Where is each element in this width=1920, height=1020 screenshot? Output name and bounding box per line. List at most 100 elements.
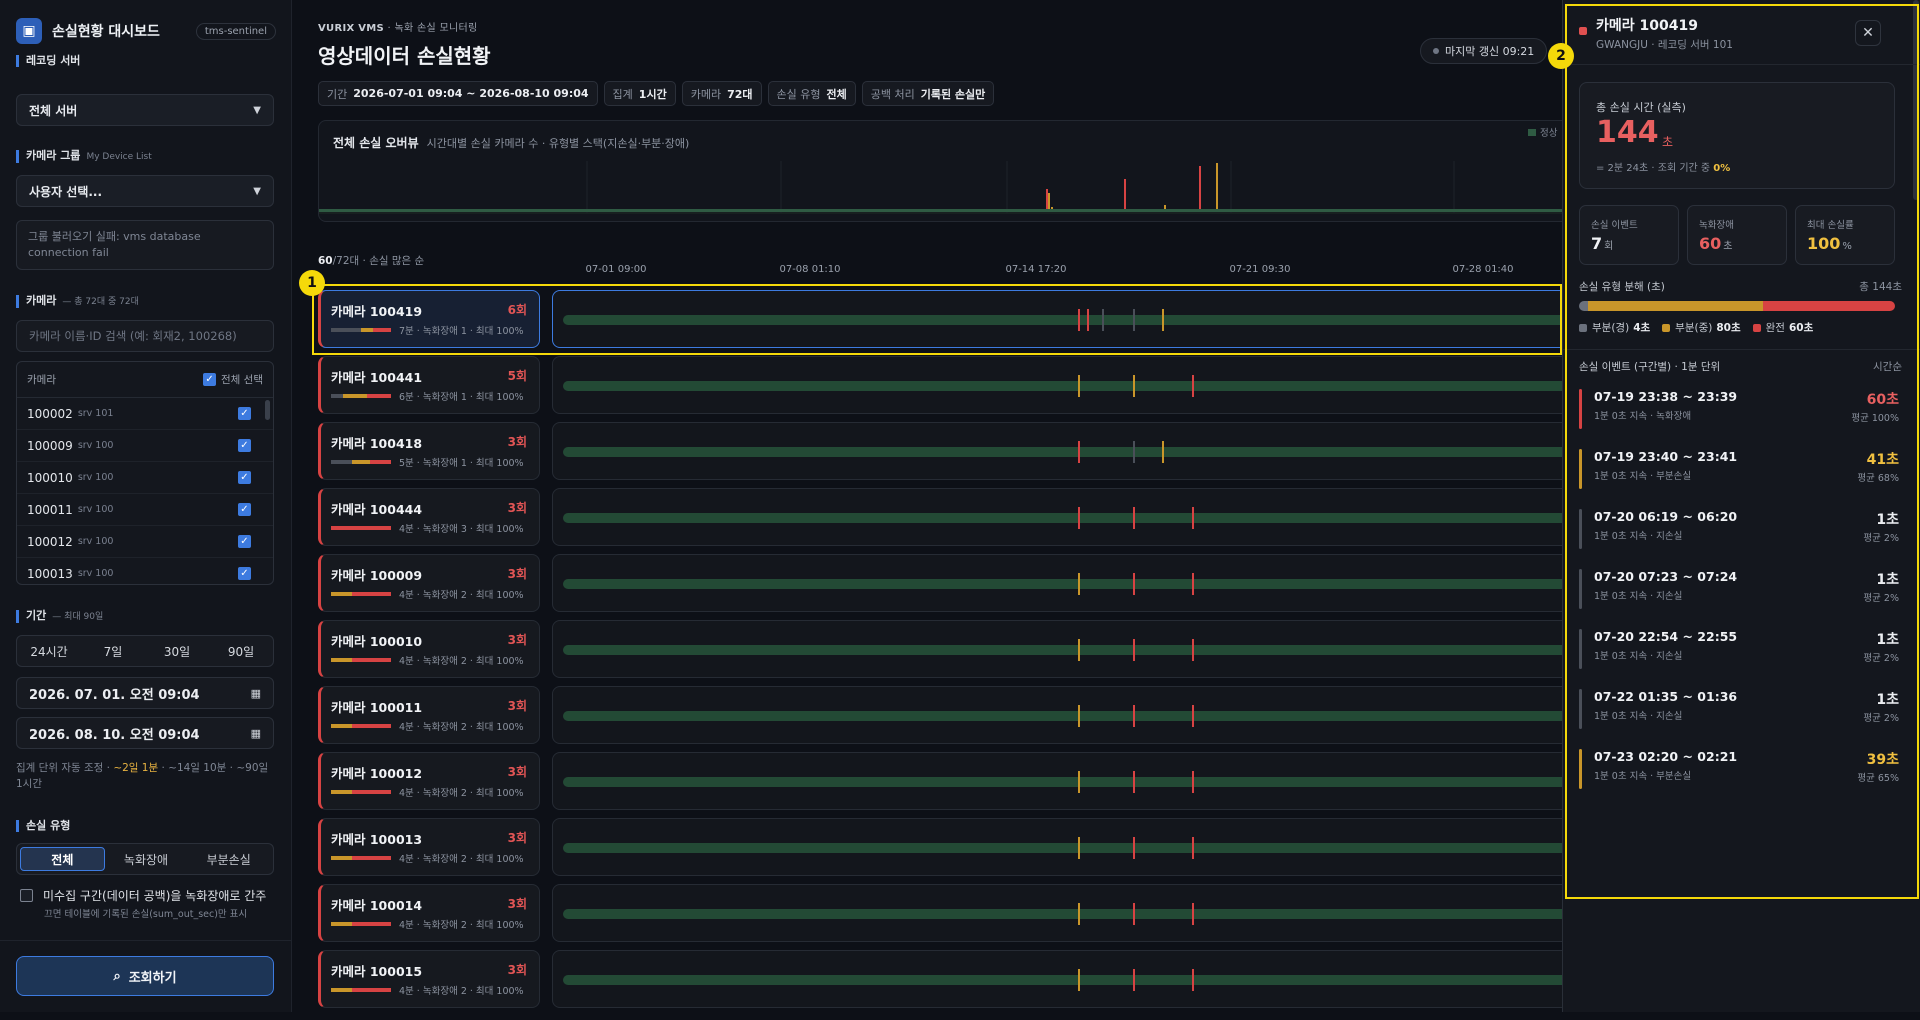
mini-loss-segment xyxy=(370,460,391,464)
recording-server-select[interactable]: 전체 서버 ▼ xyxy=(16,94,274,126)
camera-timeline[interactable] xyxy=(552,818,1562,876)
last-refresh-badge: 마지막 갱신 09:21 xyxy=(1420,38,1548,64)
camera-group-label: 카메라 그룹 My Device List xyxy=(16,150,152,163)
camera-timeline[interactable] xyxy=(552,554,1562,612)
calendar-icon[interactable]: ▦ xyxy=(251,727,261,740)
checkbox-checked-icon[interactable]: ✓ xyxy=(238,535,251,548)
timeline-marks xyxy=(1078,375,1194,397)
calendar-icon[interactable]: ▦ xyxy=(251,687,261,700)
camera-row-card[interactable]: 카메라 100441 5회 6분 · 녹화장애 1 · 최대 100% xyxy=(318,356,540,414)
camera-list-item[interactable]: 100002 srv 101 ✓ xyxy=(17,398,273,430)
loss-event-mark xyxy=(1192,573,1194,595)
camera-timeline[interactable] xyxy=(552,752,1562,810)
query-button[interactable]: ⌕ 조회하기 xyxy=(16,956,274,996)
timeline-marks xyxy=(1078,705,1194,727)
checkbox-checked-icon[interactable]: ✓ xyxy=(238,439,251,452)
period-option[interactable]: 90일 xyxy=(209,636,273,666)
breadcrumb: VURIX VMS · 녹화 손실 모니터링 xyxy=(318,19,477,34)
camera-row-card[interactable]: 카메라 100010 3회 4분 · 녹화장애 2 · 최대 100% xyxy=(318,620,540,678)
camera-timeline[interactable] xyxy=(552,488,1562,546)
camera-list-item[interactable]: 100011 srv 100 ✓ xyxy=(17,494,273,526)
period-option[interactable]: 7일 xyxy=(81,636,145,666)
checkbox-checked-icon[interactable]: ✓ xyxy=(238,407,251,420)
camera-timeline[interactable] xyxy=(552,620,1562,678)
camera-server: srv 100 xyxy=(77,568,114,579)
camera-row-card[interactable]: 카메라 100418 3회 5분 · 녹화장애 1 · 최대 100% xyxy=(318,422,540,480)
camera-list-item[interactable]: 100009 srv 100 ✓ xyxy=(17,430,273,462)
mini-loss-segment xyxy=(367,394,391,398)
overview-spike xyxy=(1051,207,1053,209)
timeline-marks xyxy=(1078,969,1194,991)
timeline-marks xyxy=(1078,639,1194,661)
checkbox-checked-icon[interactable]: ✓ xyxy=(203,373,217,386)
loss-event-mark xyxy=(1078,771,1080,793)
filter-chips: 기간 2026-07-01 09:04 ~ 2026-08-10 09:04 집계… xyxy=(318,81,995,106)
scrollbar[interactable] xyxy=(265,400,270,420)
camera-timeline[interactable] xyxy=(552,884,1562,942)
agg-note-highlight: ~2일 1분 xyxy=(113,762,159,774)
camera-row-card[interactable]: 카메라 100012 3회 4분 · 녹화장애 2 · 최대 100% xyxy=(318,752,540,810)
loss-event-mark xyxy=(1133,837,1135,859)
camera-row-card[interactable]: 카메라 100013 3회 4분 · 녹화장애 2 · 최대 100% xyxy=(318,818,540,876)
select-all-toggle[interactable]: ✓ 전체 선택 xyxy=(203,372,263,387)
period-preset-group: 24시간 7일 30일 90일 xyxy=(16,635,274,667)
camera-row-card[interactable]: 카메라 100015 3회 4분 · 녹화장애 2 · 최대 100% xyxy=(318,950,540,1008)
overview-spike xyxy=(1048,193,1050,209)
camera-list-item[interactable]: 100013 srv 100 ✓ xyxy=(17,558,273,584)
camera-server: srv 100 xyxy=(77,440,114,451)
date-from-input[interactable]: 2026. 07. 01. 오전 09:04 ▦ xyxy=(16,677,274,709)
checkbox-checked-icon[interactable]: ✓ xyxy=(238,503,251,516)
loss-type-option-partial[interactable]: 부분손실 xyxy=(187,847,270,871)
agg-note-prefix: 집계 단위 자동 조정 · xyxy=(16,762,114,774)
mini-loss-segment xyxy=(331,790,352,794)
overview-subtitle: 시간대별 손실 카메라 수 · 유형별 스택(지손실·부분·장애) xyxy=(426,137,690,150)
camera-row-card[interactable]: 카메라 100011 3회 4분 · 녹화장애 2 · 최대 100% xyxy=(318,686,540,744)
camera-row-card[interactable]: 카메라 100444 3회 4분 · 녹화장애 3 · 최대 100% xyxy=(318,488,540,546)
date-to-value: 2026. 08. 10. 오전 09:04 xyxy=(29,727,200,743)
mini-loss-segment xyxy=(352,856,391,860)
checkbox-checked-icon[interactable]: ✓ xyxy=(238,471,251,484)
camera-timeline[interactable] xyxy=(552,356,1562,414)
loss-event-mark xyxy=(1133,969,1135,991)
chevron-down-icon: ▼ xyxy=(253,185,261,197)
camera-search-input[interactable]: 카메라 이름·ID 검색 (예: 회재2, 100268) xyxy=(16,320,274,352)
camera-timeline[interactable] xyxy=(552,422,1562,480)
mini-loss-bar xyxy=(331,724,391,728)
breadcrumb-rest: · 녹화 손실 모니터링 xyxy=(384,23,478,34)
camera-timeline[interactable] xyxy=(552,686,1562,744)
gap-as-failure-option[interactable]: 미수집 구간(데이터 공백)을 녹화장애로 간주 xyxy=(20,887,266,904)
legend-swatch xyxy=(1528,128,1536,136)
timeline-tick-label: 07-14 17:20 xyxy=(1005,264,1067,275)
loss-event-mark xyxy=(1078,639,1080,661)
mini-loss-bar xyxy=(331,526,391,530)
filter-chip-period: 기간 2026-07-01 09:04 ~ 2026-08-10 09:04 xyxy=(318,81,598,106)
mini-loss-segment xyxy=(352,790,391,794)
camera-group-sub: My Device List xyxy=(86,152,152,162)
tenant-tag: tms-sentinel xyxy=(195,22,276,40)
checkbox-checked-icon[interactable]: ✓ xyxy=(238,567,251,580)
camera-timeline[interactable] xyxy=(552,950,1562,1008)
timeline-marks xyxy=(1078,903,1194,925)
camera-group-select[interactable]: 사용자 선택... ▼ xyxy=(16,175,274,207)
camera-detail-panel: 카메라 100419 GWANGJU · 레코딩 서버 101 ✕ 총 손실 시… xyxy=(1548,0,1920,1012)
loss-count: 5회 xyxy=(507,369,527,383)
mini-loss-segment xyxy=(331,856,352,860)
date-to-input[interactable]: 2026. 08. 10. 오전 09:04 ▦ xyxy=(16,717,274,749)
camera-row-card[interactable]: 카메라 100014 3회 4분 · 녹화장애 2 · 최대 100% xyxy=(318,884,540,942)
camera-list-item[interactable]: 100012 srv 100 ✓ xyxy=(17,526,273,558)
loss-type-option-all[interactable]: 전체 xyxy=(20,847,105,871)
annotation-badge-1: 1 xyxy=(299,270,325,296)
loss-type-option-failure[interactable]: 녹화장애 xyxy=(105,847,188,871)
timeline-marks xyxy=(1078,507,1194,529)
camera-list-item[interactable]: 100010 srv 100 ✓ xyxy=(17,462,273,494)
loss-event-mark xyxy=(1133,375,1135,397)
camera-server: srv 101 xyxy=(77,408,114,419)
filter-chip-cameras: 카메라 72대 xyxy=(681,81,762,106)
period-option[interactable]: 24시간 xyxy=(17,636,81,666)
date-from-value: 2026. 07. 01. 오전 09:04 xyxy=(29,687,200,703)
select-all-label: 전체 선택 xyxy=(221,374,263,386)
checkbox-unchecked-icon[interactable] xyxy=(20,889,33,902)
period-option[interactable]: 30일 xyxy=(145,636,209,666)
loss-event-mark xyxy=(1133,507,1135,529)
camera-row-card[interactable]: 카메라 100009 3회 4분 · 녹화장애 2 · 최대 100% xyxy=(318,554,540,612)
